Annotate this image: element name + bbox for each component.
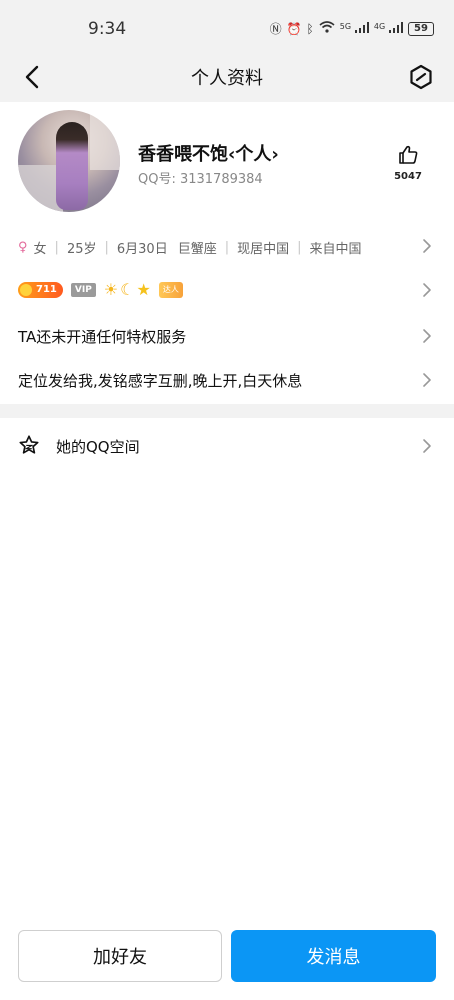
female-icon: ♀ (18, 240, 28, 255)
age-text: 25岁 (66, 242, 97, 257)
separator: | (297, 240, 302, 255)
talent-badge-label: 达人 (162, 285, 179, 294)
separator: | (104, 240, 109, 255)
like-count: 5047 (394, 171, 422, 182)
star-icon: ★ (136, 280, 151, 299)
profile-card: 香香喂不饱‹个人› QQ号: 3131789384 5047 (0, 102, 454, 224)
qzone-label: 她的QQ空间 (56, 438, 140, 456)
thumbs-up-icon (399, 145, 418, 164)
qq-number: QQ号: 3131789384 (138, 172, 263, 187)
section-divider (0, 404, 454, 418)
zodiac-text: 巨蟹座 (177, 242, 217, 257)
hexagon-more-icon (410, 64, 432, 90)
qzone-row[interactable]: 她的QQ空间 (0, 418, 454, 474)
birthday-text: 6月30日 (116, 242, 168, 257)
avatar[interactable] (18, 110, 120, 212)
battery-indicator: 59 (408, 21, 434, 36)
badges-row[interactable]: 711 VIP ☀ ☾ ★ 达人 (0, 276, 454, 304)
signal-4g-label: 4G (373, 21, 386, 31)
page-title: 个人资料 (191, 68, 263, 89)
status-time: 9:34 (88, 19, 127, 39)
level-number: 711 (36, 284, 57, 295)
basic-info-row[interactable]: ♀ 女 | 25岁 | 6月30日 巨蟹座 | 现居中国 | 来自中国 (0, 234, 454, 260)
chevron-right-icon (423, 373, 431, 387)
nfc-icon: Ⓝ (269, 22, 282, 36)
signal-5g-label: 5G (339, 21, 352, 31)
signal-4g-icon: 4G (373, 21, 403, 36)
gender-text: 女 (33, 242, 47, 257)
signature-text: 定位发给我,发铭感字互删,晚上开,白天休息 (18, 372, 303, 390)
more-button[interactable] (406, 62, 436, 92)
separator: | (224, 240, 230, 255)
bluetooth-icon: ᛒ (306, 21, 314, 36)
avatar-figure (56, 122, 88, 210)
chevron-right-icon (423, 283, 431, 297)
like-button[interactable]: 5047 (394, 144, 422, 182)
signal-5g-icon: 5G (339, 21, 369, 36)
avatar-bg-right (90, 110, 120, 170)
wifi-icon (319, 21, 335, 36)
status-bar: 9:34 Ⓝ ⏰ ᛒ 5G 4G 59 (0, 0, 454, 52)
nickname: 香香喂不饱‹个人› (138, 144, 279, 165)
sun-icon: ☀ (103, 280, 119, 299)
separator: | (54, 240, 59, 255)
chevron-right-icon (423, 329, 431, 343)
qzone-star-icon (19, 435, 39, 454)
moon-icon: ☾ (120, 280, 135, 299)
level-crown-icon (20, 283, 32, 296)
privilege-row[interactable]: TA还未开通任何特权服务 (0, 322, 454, 352)
vip-badge: VIP (70, 282, 96, 297)
privilege-text: TA还未开通任何特权服务 (18, 328, 187, 346)
level-badge: 711 (18, 281, 63, 298)
location-text: 现居中国 (237, 242, 290, 257)
alarm-icon: ⏰ (286, 21, 302, 36)
signature-row[interactable]: 定位发给我,发铭感字互删,晚上开,白天休息 (0, 366, 454, 396)
status-icons: Ⓝ ⏰ ᛒ 5G 4G 59 (270, 20, 434, 37)
talent-badge: 达人 (158, 281, 183, 298)
add-friend-button[interactable]: 加好友 (18, 930, 222, 982)
level-icons: ☀ ☾ ★ (104, 280, 151, 299)
hometown-text: 来自中国 (309, 242, 362, 257)
send-message-button[interactable]: 发消息 (231, 930, 436, 982)
nav-bar: 个人资料 (0, 52, 454, 102)
chevron-right-icon (423, 439, 431, 453)
chevron-right-icon (423, 239, 431, 253)
